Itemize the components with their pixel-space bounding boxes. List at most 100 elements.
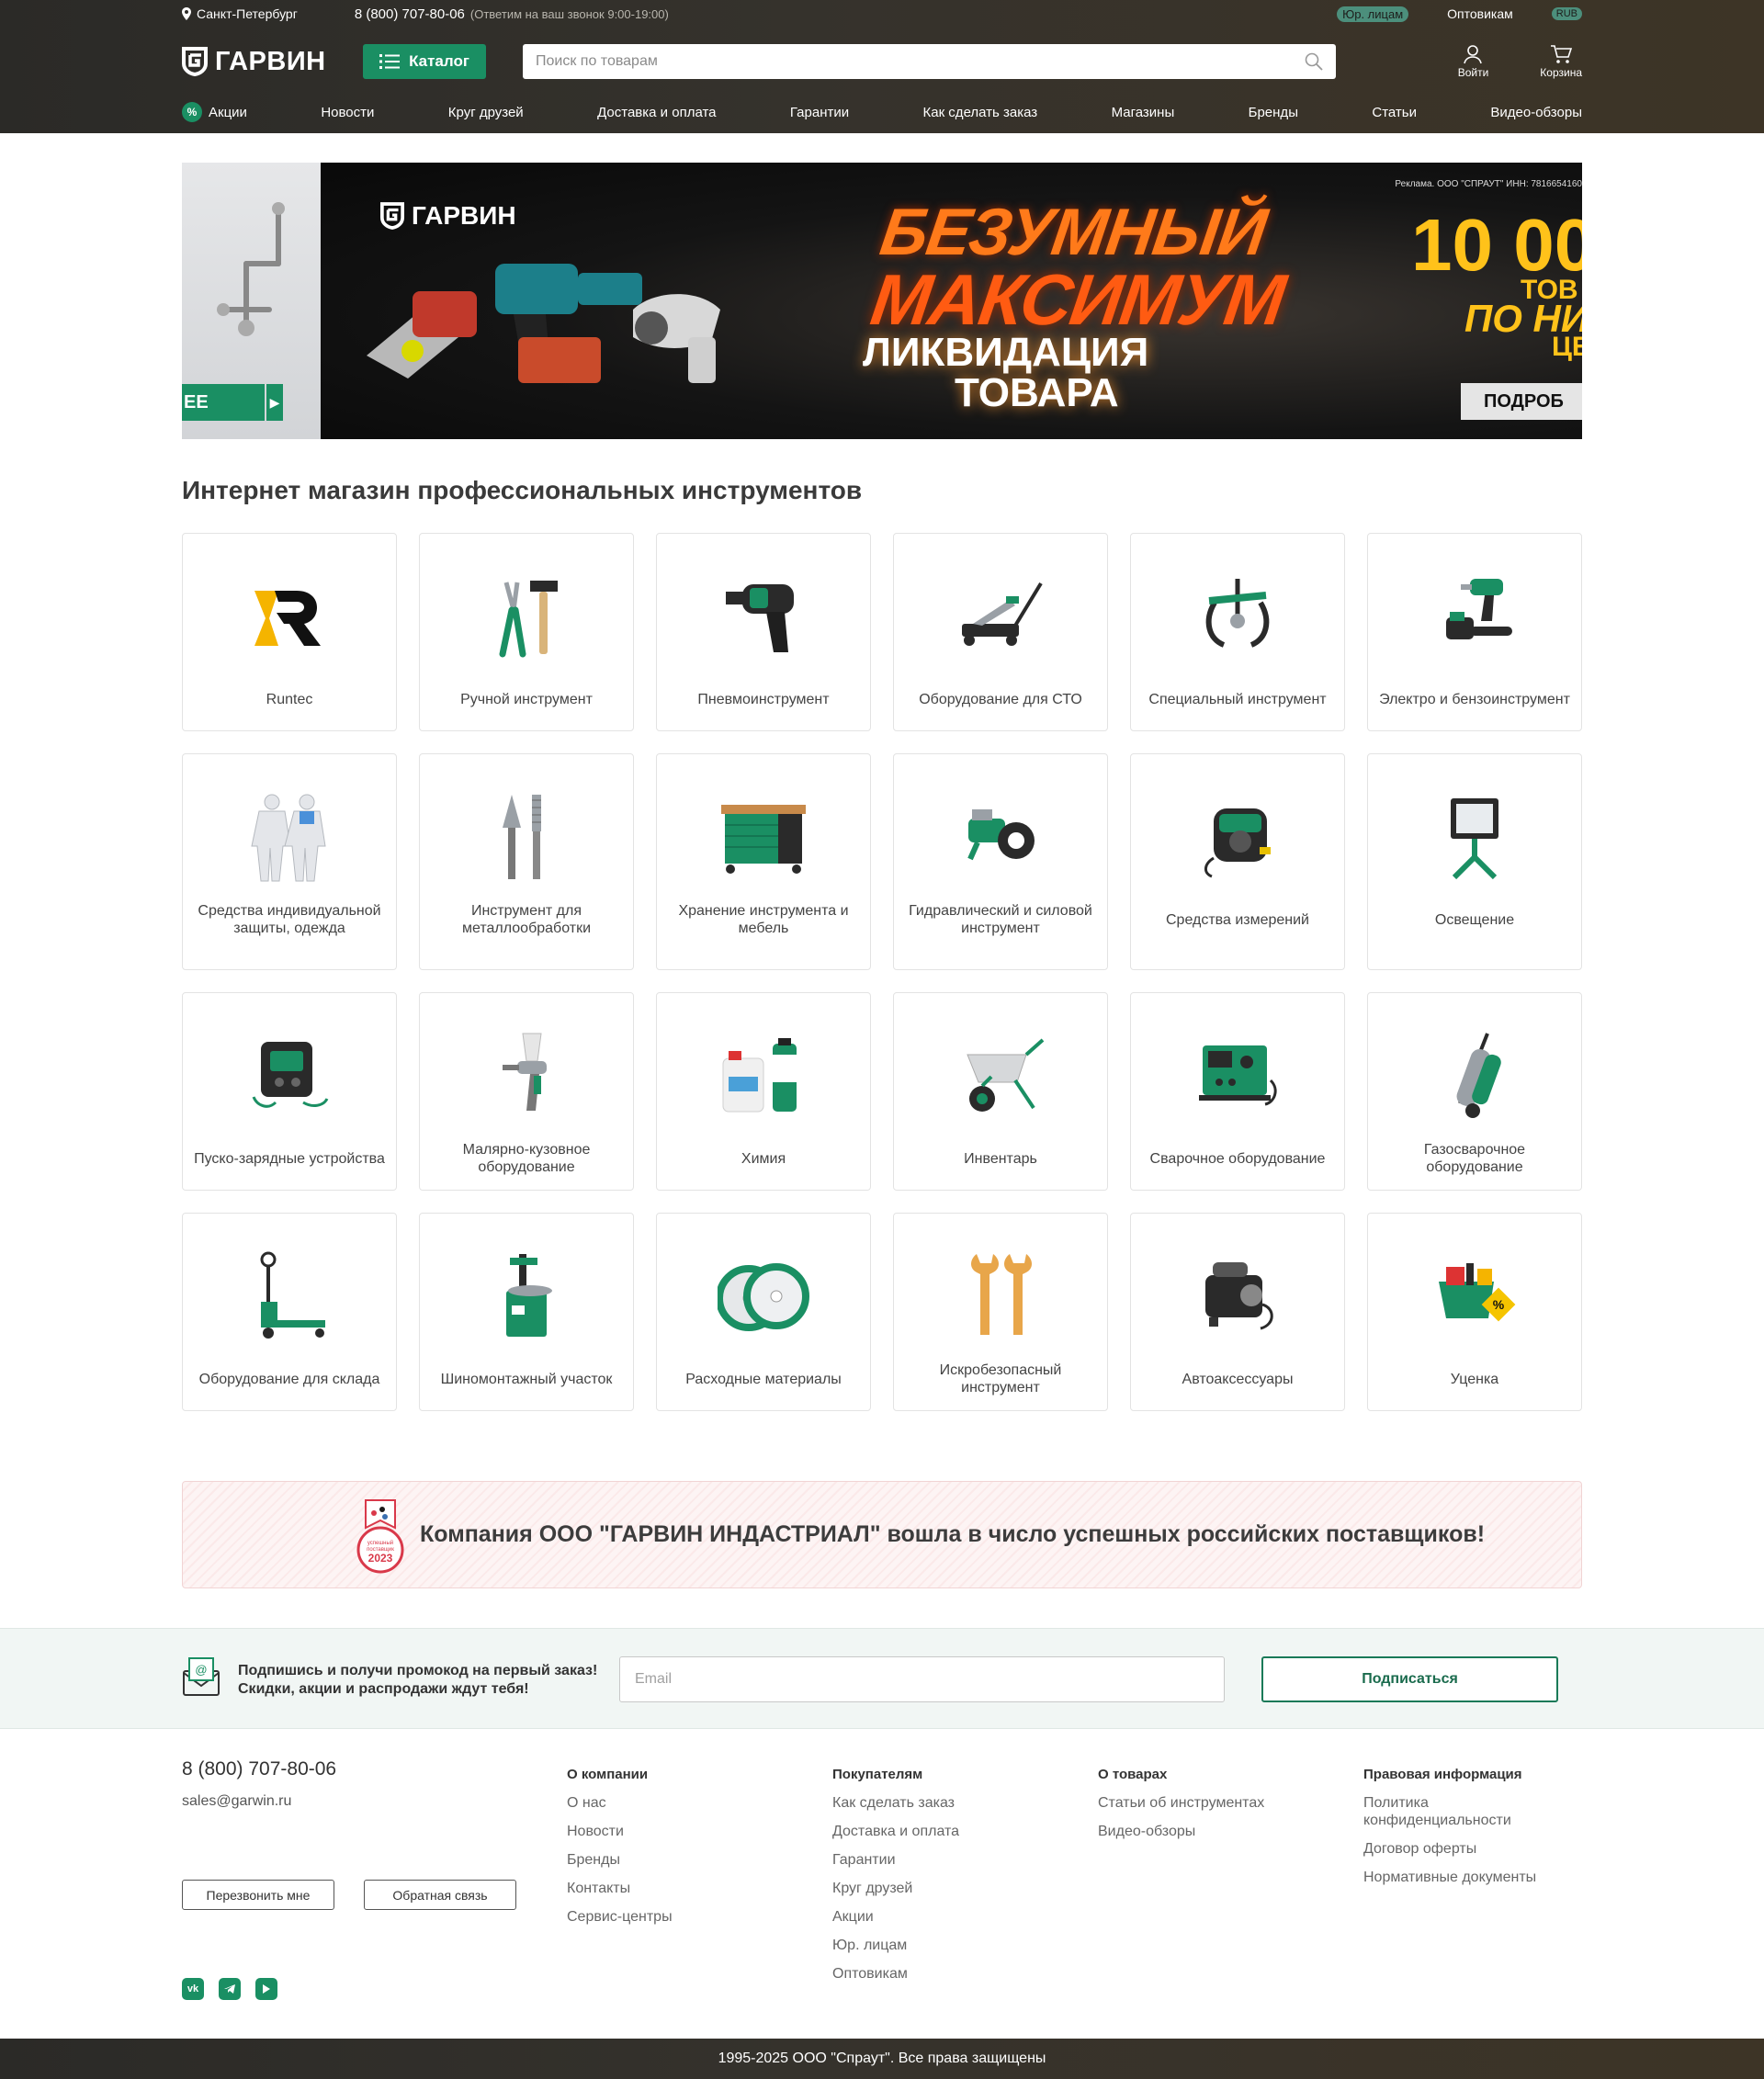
banner-current-slide[interactable]: ГАРВИН БЕЗУМНЫЙ МАКСИМУМ ЛИКВИДАЦИЯ ТОВА… — [321, 163, 1582, 439]
category-card[interactable]: Оборудование для СТО — [893, 533, 1108, 731]
category-card[interactable]: Ручной инструмент — [419, 533, 634, 731]
footer-link[interactable]: Видео-обзоры — [1098, 1817, 1328, 1846]
category-card[interactable]: Средства измерений — [1130, 753, 1345, 970]
nav-item-promotions[interactable]: % Акции — [182, 102, 247, 122]
header-top-row: Санкт-Петербург 8 (800) 707-80-06 (Ответ… — [182, 0, 1582, 28]
nav-item-warranty[interactable]: Гарантии — [790, 105, 849, 120]
banner-word-3: ЦЕ — [1552, 332, 1582, 362]
footer-email[interactable]: sales@garwin.ru — [182, 1793, 291, 1810]
footer-link[interactable]: Политика конфиденциальности — [1363, 1789, 1575, 1835]
nav-item-friends[interactable]: Круг друзей — [448, 105, 524, 120]
footer-phone[interactable]: 8 (800) 707-80-06 — [182, 1758, 336, 1780]
nav-item-news[interactable]: Новости — [321, 105, 374, 120]
youtube-icon[interactable] — [255, 1978, 277, 2000]
header-phone[interactable]: 8 (800) 707-80-06 — [355, 6, 465, 22]
banner-side-button[interactable]: ЕЕ ▶ — [182, 384, 283, 421]
wheel-brace-icon — [217, 202, 285, 336]
nav-item-video-reviews[interactable]: Видео-обзоры — [1490, 105, 1582, 120]
footer-link[interactable]: Сервис-центры — [567, 1903, 797, 1931]
category-card[interactable]: Искробезопасный инструмент — [893, 1213, 1108, 1411]
category-card[interactable]: Инвентарь — [893, 992, 1108, 1191]
category-card[interactable]: Шиномонтажный участок — [419, 1213, 634, 1411]
site-logo[interactable]: ГАРВИН — [182, 47, 363, 77]
nav-label: Акции — [209, 104, 247, 120]
banner-details-button[interactable]: ПОДРОБ — [1461, 383, 1582, 420]
category-card[interactable]: Пуско-зарядные устройства — [182, 992, 397, 1191]
footer-link[interactable]: Бренды — [567, 1846, 797, 1874]
category-label: Ручной инструмент — [460, 691, 593, 707]
category-card[interactable]: Автоаксессуары — [1130, 1213, 1345, 1411]
currency-selector[interactable]: RUB — [1551, 7, 1582, 20]
garwin-logo-icon — [182, 47, 208, 76]
nav-item-delivery[interactable]: Доставка и оплата — [597, 105, 716, 120]
wheelbarrow-icon — [955, 1030, 1046, 1122]
category-card[interactable]: Расходные материалы — [656, 1213, 871, 1411]
wholesale-link[interactable]: Оптовикам — [1447, 6, 1513, 21]
login-label: Войти — [1457, 66, 1489, 79]
footer-column-title: Правовая информация — [1363, 1767, 1522, 1782]
category-card[interactable]: Гидравлический и силовой инструмент — [893, 753, 1108, 970]
legal-entities-link[interactable]: Юр. лицам — [1337, 6, 1409, 22]
footer-column-products: О товарах Статьи об инструментах Видео-о… — [1098, 1760, 1328, 1846]
footer-link[interactable]: Договор оферты — [1363, 1835, 1575, 1863]
feedback-button[interactable]: Обратная связь — [364, 1880, 516, 1910]
percent-icon: % — [182, 102, 202, 122]
footer-link[interactable]: Статьи об инструментах — [1098, 1789, 1328, 1817]
promo-banner[interactable]: ЕЕ ▶ ГАРВИН БЕЗУМНЫЙ МАКСИМУМ ЛИКВИДАЦИЯ… — [182, 163, 1582, 439]
category-card[interactable]: % Уценка — [1367, 1213, 1582, 1411]
category-card[interactable]: Электро и бензоинструмент — [1367, 533, 1582, 731]
category-card[interactable]: Хранение инструмента и мебель — [656, 753, 871, 970]
compressor-icon — [1192, 1250, 1283, 1342]
category-label: Шиномонтажный участок — [440, 1371, 613, 1387]
city-selector[interactable]: Санкт-Петербург — [182, 6, 298, 21]
footer-link[interactable]: Новости — [567, 1817, 797, 1846]
category-card[interactable]: Специальный инструмент — [1130, 533, 1345, 731]
catalog-button[interactable]: Каталог — [363, 44, 486, 79]
footer-link[interactable]: Оптовикам — [832, 1960, 1062, 1988]
footer-link[interactable]: Акции — [832, 1903, 1062, 1931]
category-card[interactable]: Малярно-кузовное оборудование — [419, 992, 634, 1191]
footer-link[interactable]: Как сделать заказ — [832, 1789, 1062, 1817]
supplier-award-banner[interactable]: успешный поставщик 2023 Компания ООО "ГА… — [182, 1481, 1582, 1588]
category-card[interactable]: Газосварочное оборудование — [1367, 992, 1582, 1191]
footer-link[interactable]: Нормативные документы — [1363, 1863, 1575, 1892]
category-label: Хранение инструмента и мебель — [678, 903, 849, 936]
callback-button[interactable]: Перезвонить мне — [182, 1880, 334, 1910]
banner-previous-slide[interactable]: ЕЕ ▶ — [182, 163, 321, 439]
footer-link[interactable]: Доставка и оплата — [832, 1817, 1062, 1846]
category-card[interactable]: Инструмент для металлообработки — [419, 753, 634, 970]
category-card[interactable]: Средства индивидуальной защиты, одежда — [182, 753, 397, 970]
email-field[interactable]: Email — [619, 1656, 1225, 1702]
footer-link[interactable]: О нас — [567, 1789, 797, 1817]
search-bar[interactable]: Поиск по товарам — [523, 44, 1336, 79]
category-card[interactable]: Оборудование для склада — [182, 1213, 397, 1411]
search-icon[interactable] — [1305, 52, 1323, 71]
category-card[interactable]: Сварочное оборудование — [1130, 992, 1345, 1191]
pallet-jack-icon — [243, 1250, 335, 1342]
cart-button[interactable]: Корзина — [1540, 44, 1582, 79]
tape-measure-icon — [1192, 791, 1283, 883]
nav-item-articles[interactable]: Статьи — [1372, 105, 1417, 120]
footer-link[interactable]: Гарантии — [832, 1846, 1062, 1874]
category-card[interactable]: Runtec — [182, 533, 397, 731]
nav-item-how-to-order[interactable]: Как сделать заказ — [923, 105, 1038, 120]
footer-link[interactable]: Юр. лицам — [832, 1931, 1062, 1960]
telegram-icon[interactable] — [219, 1978, 241, 2000]
search-input[interactable]: Поиск по товарам — [536, 53, 1305, 70]
footer-column-company: О компании О нас Новости Бренды Контакты… — [567, 1760, 797, 1931]
category-label: Освещение — [1434, 911, 1515, 928]
category-card[interactable]: Пневмоинструмент — [656, 533, 871, 731]
footer-link[interactable]: Круг друзей — [832, 1874, 1062, 1903]
category-label: Пуско-зарядные устройства — [194, 1150, 385, 1167]
footer-link[interactable]: Контакты — [567, 1874, 797, 1903]
tire-changer-icon — [481, 1250, 572, 1342]
nav-item-stores[interactable]: Магазины — [1112, 105, 1175, 120]
svg-text:@: @ — [195, 1663, 207, 1677]
subscribe-button[interactable]: Подписаться — [1261, 1656, 1558, 1702]
category-grid: Runtec Ручной инструмент Пневмоинструмент О… — [182, 533, 1582, 1433]
category-card[interactable]: Химия — [656, 992, 871, 1191]
vk-icon[interactable]: vk — [182, 1978, 204, 2000]
nav-item-brands[interactable]: Бренды — [1249, 105, 1298, 120]
login-button[interactable]: Войти — [1457, 44, 1489, 79]
category-card[interactable]: Освещение — [1367, 753, 1582, 970]
